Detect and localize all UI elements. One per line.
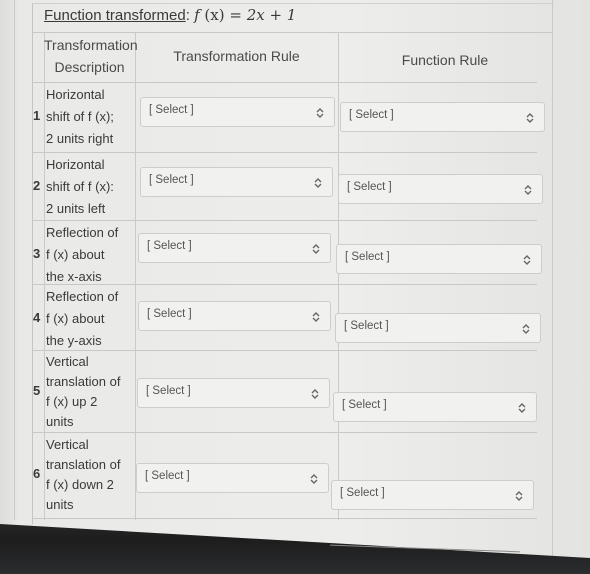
description-line: shift of f (x): xyxy=(46,179,114,194)
up-down-chevron-icon[interactable] xyxy=(311,388,319,400)
header-line: Transformation xyxy=(44,37,138,53)
row-number: 3 xyxy=(33,246,41,261)
screen: Function transformed: f (x) = 2x + 1 Tra… xyxy=(0,0,590,574)
description-line: Reflection of xyxy=(46,225,119,240)
table-row-divider xyxy=(32,432,537,433)
transformation-description: Reflection of f (x) about the y-axis xyxy=(46,286,118,352)
function-rule-select[interactable]: [ Select ] xyxy=(331,480,534,510)
up-down-chevron-icon[interactable] xyxy=(316,107,324,119)
up-down-chevron-icon[interactable] xyxy=(524,184,532,196)
table-column-divider xyxy=(135,32,136,520)
description-line: f (x) about xyxy=(46,311,105,326)
up-down-chevron-icon[interactable] xyxy=(518,402,526,414)
caption-separator: : xyxy=(185,7,195,24)
description-line: Horizontal xyxy=(46,87,105,102)
table-caption: Function transformed: f (x) = 2x + 1 xyxy=(44,6,296,24)
transformation-rule-select[interactable]: [ Select ] xyxy=(140,167,333,197)
description-line: 2 units right xyxy=(46,131,114,146)
description-line: f (x) down 2 xyxy=(46,477,114,492)
table-row-divider xyxy=(32,32,552,33)
table-row-divider xyxy=(32,152,537,153)
select-value: [ Select ] xyxy=(149,104,194,116)
table-row-divider xyxy=(32,82,537,83)
function-arg: (x) xyxy=(204,6,225,24)
function-rule-select[interactable]: [ Select ] xyxy=(338,174,543,204)
header-transformation-rule: Transformation Rule xyxy=(173,48,300,64)
up-down-chevron-icon[interactable] xyxy=(312,311,320,323)
transformation-rule-select[interactable]: [ Select ] xyxy=(137,378,330,408)
header-transformation-description: Transformation Description xyxy=(44,34,138,78)
select-value: [ Select ] xyxy=(149,174,194,186)
up-down-chevron-icon[interactable] xyxy=(523,254,531,266)
table-column-divider xyxy=(44,32,45,520)
row-number: 2 xyxy=(33,178,41,193)
up-down-chevron-icon[interactable] xyxy=(515,490,523,502)
row-number: 6 xyxy=(33,466,41,481)
select-value: [ Select ] xyxy=(344,320,389,332)
transformation-rule-select[interactable]: [ Select ] xyxy=(140,97,335,127)
description-line: units xyxy=(46,497,74,512)
function-name: f xyxy=(194,6,200,24)
transformation-description: Reflection of f (x) about the x-axis xyxy=(46,222,118,288)
description-line: the y-axis xyxy=(46,333,102,348)
select-value: [ Select ] xyxy=(342,399,387,411)
description-line: shift of f (x); xyxy=(46,109,114,124)
description-line: translation of xyxy=(46,457,121,472)
transformation-description: Horizontal shift of f (x); 2 units right xyxy=(46,84,114,150)
select-value: [ Select ] xyxy=(349,109,394,121)
select-value: [ Select ] xyxy=(146,385,191,397)
transformation-description: Vertical translation of f (x) down 2 units xyxy=(46,435,120,515)
function-rule-select[interactable]: [ Select ] xyxy=(340,102,545,132)
function-rule-select[interactable]: [ Select ] xyxy=(333,392,537,422)
description-line: units xyxy=(46,414,74,429)
up-down-chevron-icon[interactable] xyxy=(310,473,318,485)
description-line: Horizontal xyxy=(46,157,105,172)
description-line: Vertical xyxy=(46,354,89,369)
up-down-chevron-icon[interactable] xyxy=(314,177,322,189)
description-line: translation of xyxy=(46,374,121,389)
table-column-divider xyxy=(338,32,339,520)
header-line: Description xyxy=(54,59,125,75)
description-line: f (x) about xyxy=(46,247,105,262)
select-value: [ Select ] xyxy=(345,251,390,263)
description-line: Vertical xyxy=(46,437,89,452)
function-rule-select[interactable]: [ Select ] xyxy=(336,244,542,274)
caption-function: f (x) = 2x + 1 xyxy=(194,6,296,24)
transformation-description: Vertical translation of f (x) up 2 units xyxy=(46,352,120,432)
transformation-rule-select[interactable]: [ Select ] xyxy=(136,463,329,493)
description-line: Reflection of xyxy=(46,289,119,304)
transformation-rule-select[interactable]: [ Select ] xyxy=(138,301,331,331)
up-down-chevron-icon[interactable] xyxy=(312,243,320,255)
description-line: f (x) up 2 xyxy=(46,394,98,409)
equals-sign: = xyxy=(224,6,247,24)
caption-label: Function transformed xyxy=(44,7,186,24)
select-value: [ Select ] xyxy=(145,470,190,482)
header-function-rule: Function Rule xyxy=(401,52,489,68)
description-line: 2 units left xyxy=(46,201,106,216)
select-value: [ Select ] xyxy=(147,240,192,252)
row-number: 5 xyxy=(33,383,41,398)
select-value: [ Select ] xyxy=(340,487,385,499)
transformation-rule-select[interactable]: [ Select ] xyxy=(138,233,331,263)
row-number: 4 xyxy=(33,310,41,325)
up-down-chevron-icon[interactable] xyxy=(522,323,530,335)
transformation-description: Horizontal shift of f (x): 2 units left xyxy=(46,154,114,220)
description-line: the x-axis xyxy=(46,269,102,284)
function-rule-select[interactable]: [ Select ] xyxy=(335,313,541,343)
select-value: [ Select ] xyxy=(347,181,392,193)
page-border-left xyxy=(14,0,15,520)
function-expression: 2x + 1 xyxy=(246,6,297,24)
up-down-chevron-icon[interactable] xyxy=(526,112,534,124)
select-value: [ Select ] xyxy=(147,308,192,320)
table-row-divider xyxy=(32,518,537,519)
table-row-divider xyxy=(32,220,537,221)
row-number: 1 xyxy=(33,108,41,123)
